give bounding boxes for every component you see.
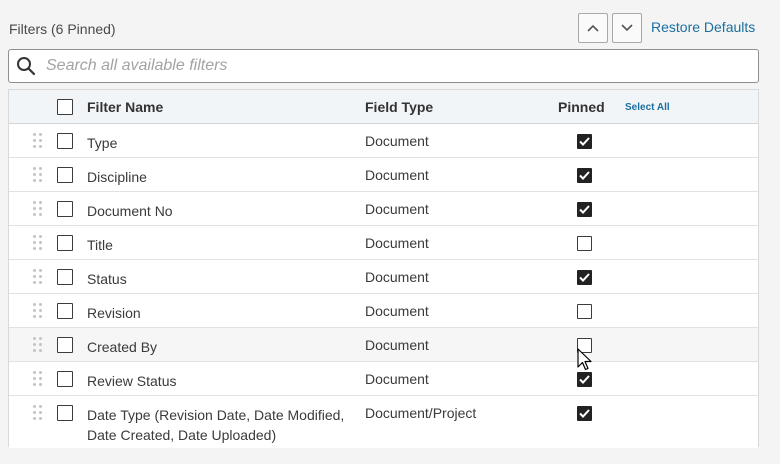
move-up-button[interactable] (578, 13, 608, 43)
search-box[interactable] (8, 49, 759, 83)
filter-name: Date Type (Revision Date, Date Modified,… (87, 407, 345, 443)
column-header-filter-name: Filter Name (87, 99, 164, 115)
row-select-checkbox[interactable] (57, 133, 73, 149)
drag-handle-icon[interactable] (33, 269, 43, 285)
pinned-checkbox[interactable] (577, 406, 592, 421)
drag-handle-icon[interactable] (33, 167, 43, 183)
table-row[interactable]: Status Document (9, 260, 758, 294)
row-select-checkbox[interactable] (57, 303, 73, 319)
checkmark-icon (579, 375, 590, 384)
table-row[interactable]: Type Document (9, 124, 758, 158)
pinned-checkbox[interactable] (577, 304, 592, 319)
filter-name: Type (87, 135, 118, 151)
filter-name: Review Status (87, 373, 177, 389)
filter-name: Discipline (87, 169, 147, 185)
filter-name: Status (87, 271, 127, 287)
pinned-checkbox[interactable] (577, 236, 592, 251)
drag-handle-icon[interactable] (33, 405, 43, 421)
checkmark-icon (579, 171, 590, 180)
field-type: Document (365, 269, 429, 285)
search-input[interactable] (46, 57, 736, 75)
drag-handle-icon[interactable] (33, 201, 43, 217)
select-all-pinned-link[interactable]: Select All (625, 102, 670, 113)
restore-defaults-link[interactable]: Restore Defaults (651, 19, 755, 35)
drag-handle-icon[interactable] (33, 337, 43, 353)
table-row[interactable]: Created By Document (9, 328, 758, 362)
row-select-checkbox[interactable] (57, 337, 73, 353)
field-type: Document/Project (365, 405, 477, 421)
pinned-checkbox[interactable] (577, 134, 592, 149)
table-row[interactable]: Review Status Document (9, 362, 758, 396)
row-select-checkbox[interactable] (57, 201, 73, 217)
field-type: Document (365, 235, 429, 251)
row-select-checkbox[interactable] (57, 371, 73, 387)
filter-name: Created By (87, 339, 158, 355)
table-row[interactable]: Title Document (9, 226, 758, 260)
field-type: Document (365, 371, 429, 387)
drag-handle-icon[interactable] (33, 235, 43, 251)
checkmark-icon (579, 273, 590, 282)
pinned-checkbox[interactable] (577, 270, 592, 285)
search-icon (16, 56, 36, 76)
chevron-down-icon (621, 24, 633, 32)
field-type: Document (365, 337, 429, 353)
pinned-checkbox[interactable] (577, 372, 592, 387)
drag-handle-icon[interactable] (33, 371, 43, 387)
field-type: Document (365, 303, 429, 319)
move-down-button[interactable] (612, 13, 642, 43)
row-select-checkbox[interactable] (57, 167, 73, 183)
drag-handle-icon[interactable] (33, 303, 43, 319)
checkmark-icon (579, 137, 590, 146)
table-header: Filter Name Field Type Pinned Select All (9, 90, 758, 124)
field-type: Document (365, 133, 429, 149)
pinned-checkbox[interactable] (577, 202, 592, 217)
pinned-checkbox[interactable] (577, 168, 592, 183)
filter-name: Revision (87, 305, 141, 321)
table-row[interactable]: Document No Document (9, 192, 758, 226)
pinned-checkbox[interactable] (577, 338, 592, 353)
checkmark-icon (579, 409, 590, 418)
table-row[interactable]: Revision Document (9, 294, 758, 328)
filter-name: Document No (87, 203, 173, 219)
field-type: Document (365, 201, 429, 217)
column-header-field-type: Field Type (365, 99, 434, 115)
chevron-up-icon (587, 24, 599, 32)
field-type: Document (365, 167, 429, 183)
row-select-checkbox[interactable] (57, 405, 73, 421)
filters-table: Filter Name Field Type Pinned Select All… (8, 89, 759, 448)
drag-handle-icon[interactable] (33, 133, 43, 149)
table-body: Type Document Discipline Document Document N… (9, 124, 758, 448)
filters-title: Filters (6 Pinned) (9, 21, 116, 37)
table-row[interactable]: Discipline Document (9, 158, 758, 192)
filter-name: Title (87, 237, 113, 253)
row-select-checkbox[interactable] (57, 235, 73, 251)
checkmark-icon (579, 205, 590, 214)
row-select-checkbox[interactable] (57, 269, 73, 285)
table-row[interactable]: Date Type (Revision Date, Date Modified,… (9, 396, 758, 448)
select-all-rows-checkbox[interactable] (57, 99, 73, 115)
column-header-pinned: Pinned (558, 99, 605, 115)
